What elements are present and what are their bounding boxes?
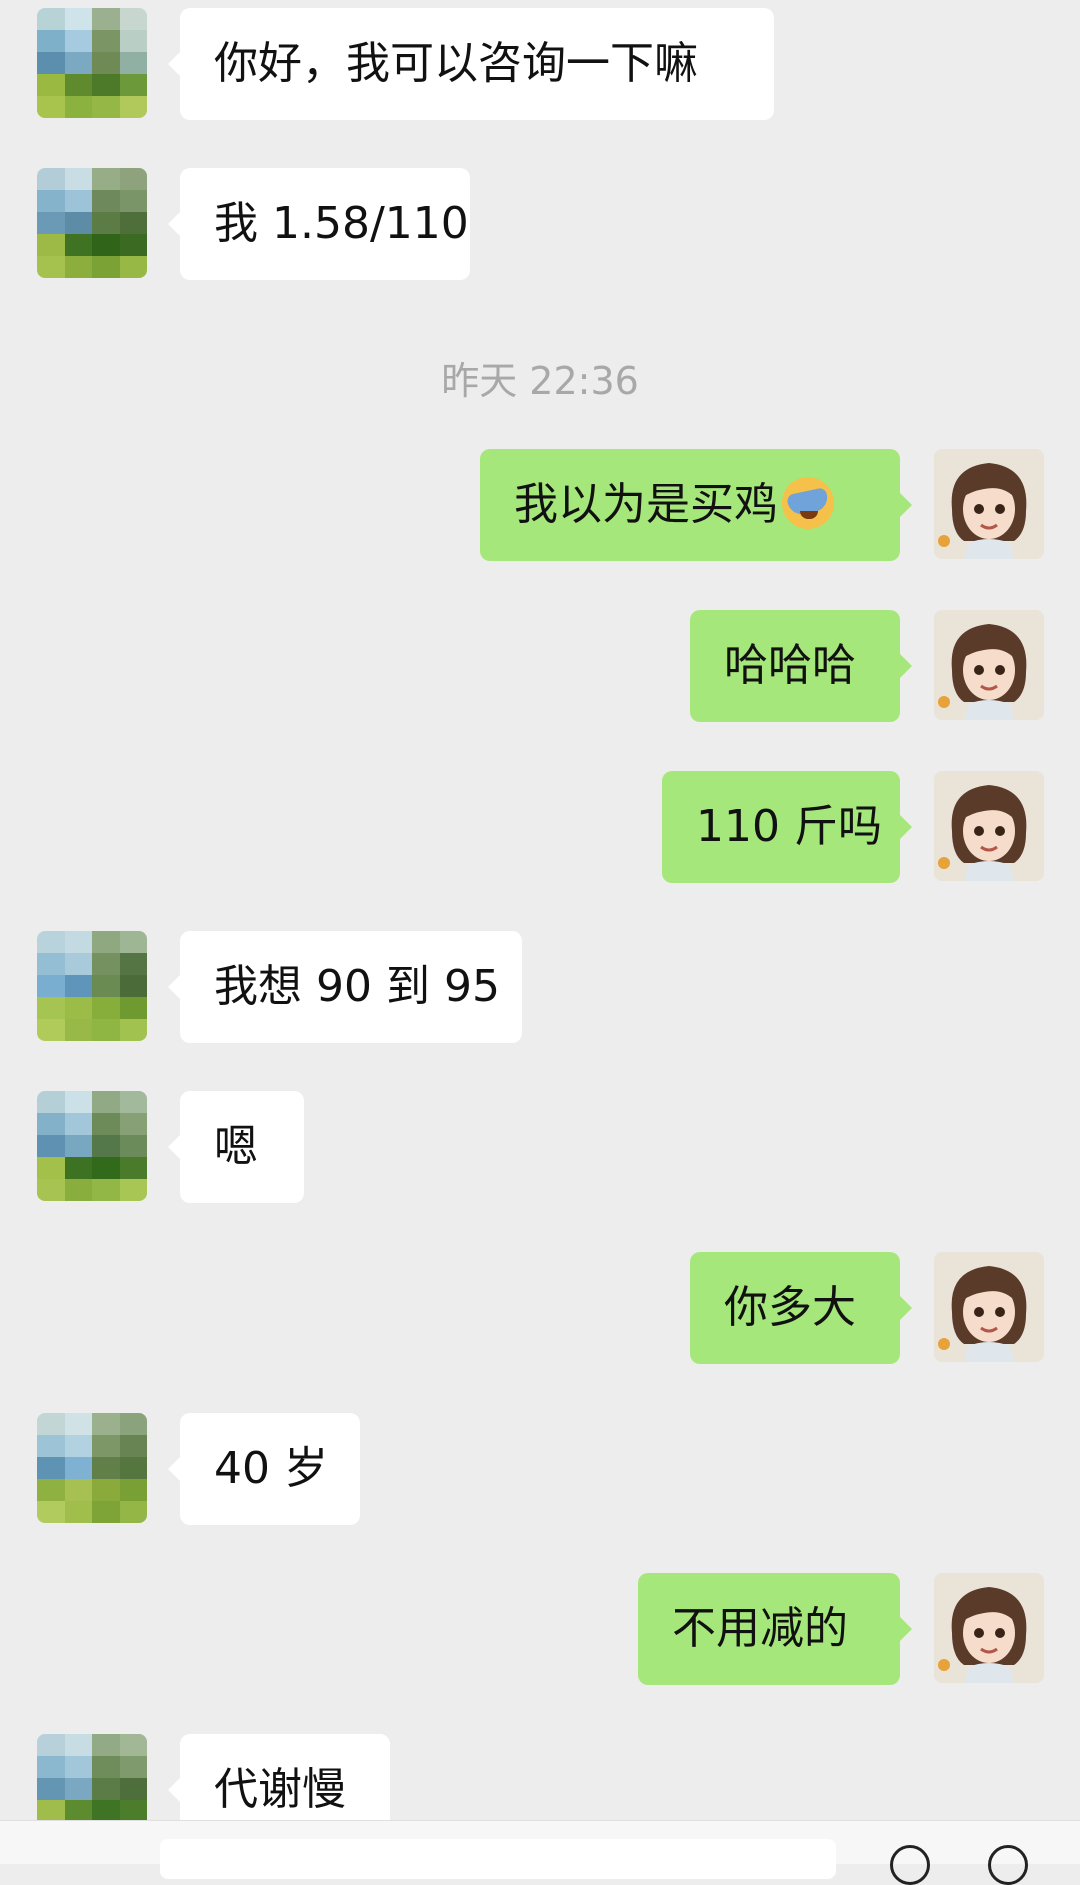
my-avatar[interactable] [934,1252,1044,1362]
message-bubble[interactable]: 你好，我可以咨询一下嘛 [168,8,774,120]
contact-avatar[interactable] [37,168,147,278]
my-avatar[interactable] [934,1573,1044,1683]
contact-avatar[interactable] [37,8,147,118]
pixelated-avatar-icon [37,168,147,278]
message-input[interactable] [160,1839,836,1879]
input-toolbar [0,1820,1080,1885]
cartoon-girl-avatar-icon [934,771,1044,881]
my-avatar[interactable] [934,610,1044,720]
my-avatar[interactable] [934,449,1044,559]
message-row-incoming: 你好，我可以咨询一下嘛 [0,8,1080,120]
message-bubble[interactable]: 110 斤吗 [662,771,912,883]
message-row-incoming: 我想 90 到 95 [0,931,1080,1043]
message-text: 40 岁 [214,1443,328,1494]
pixelated-avatar-icon [37,931,147,1041]
add-button-icon[interactable] [988,1845,1028,1885]
message-text: 哈哈哈 [724,640,856,691]
message-row-outgoing: 不用减的 [0,1573,1080,1685]
message-bubble[interactable]: 哈哈哈 [690,610,912,722]
contact-avatar[interactable] [37,931,147,1041]
message-row-incoming: 40 岁 [0,1413,1080,1525]
cartoon-girl-avatar-icon [934,449,1044,559]
pixelated-avatar-icon [37,1413,147,1523]
message-text: 我以为是买鸡 [514,479,778,530]
cartoon-girl-avatar-icon [934,1573,1044,1683]
contact-avatar[interactable] [37,1413,147,1523]
message-row-outgoing: 我以为是买鸡 [0,449,1080,561]
message-row-incoming: 我 1.58/110 [0,168,1080,280]
message-bubble[interactable]: 嗯 [168,1091,304,1203]
message-bubble[interactable]: 我以为是买鸡 [480,449,912,561]
message-bubble[interactable]: 我 1.58/110 [168,168,470,280]
cartoon-girl-avatar-icon [934,610,1044,720]
facepalm-emoji-icon [782,477,834,529]
message-text: 你多大 [724,1282,856,1333]
message-text: 不用减的 [672,1603,848,1654]
pixelated-avatar-icon [37,8,147,118]
message-bubble[interactable]: 我想 90 到 95 [168,931,522,1043]
message-text: 你好，我可以咨询一下嘛 [214,38,698,89]
message-row-outgoing: 哈哈哈 [0,610,1080,722]
message-text: 我 1.58/110 [214,198,469,249]
message-text: 嗯 [214,1121,258,1172]
message-bubble[interactable]: 40 岁 [168,1413,360,1525]
contact-avatar[interactable] [37,1091,147,1201]
message-bubble[interactable]: 不用减的 [638,1573,912,1685]
message-text: 110 斤吗 [696,801,882,852]
message-text: 代谢慢 [214,1764,346,1815]
message-row-outgoing: 110 斤吗 [0,771,1080,883]
message-row-outgoing: 你多大 [0,1252,1080,1364]
pixelated-avatar-icon [37,1091,147,1201]
message-bubble[interactable]: 你多大 [690,1252,912,1364]
emoji-button-icon[interactable] [890,1845,930,1885]
my-avatar[interactable] [934,771,1044,881]
chat-timestamp: 昨天 22:36 [441,359,639,403]
message-text: 我想 90 到 95 [214,961,500,1012]
message-row-incoming: 嗯 [0,1091,1080,1203]
cartoon-girl-avatar-icon [934,1252,1044,1362]
